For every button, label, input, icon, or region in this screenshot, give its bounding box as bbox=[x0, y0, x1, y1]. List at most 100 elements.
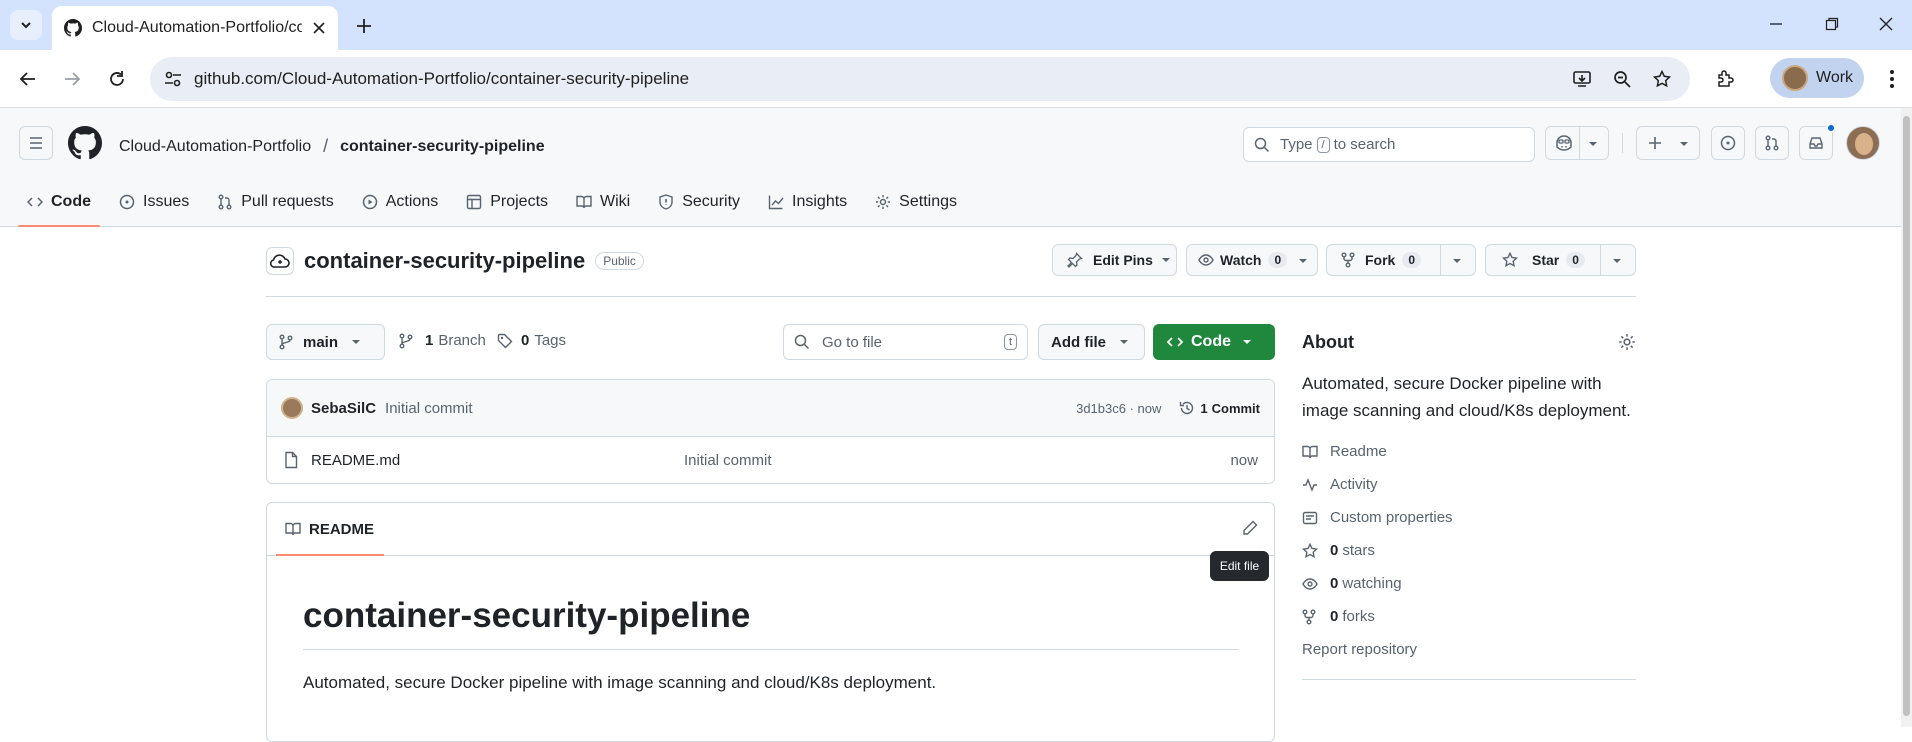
more-vertical-icon bbox=[1890, 70, 1894, 88]
breadcrumb-owner[interactable]: Cloud-Automation-Portfolio bbox=[119, 138, 311, 156]
site-info-icon[interactable] bbox=[164, 70, 182, 88]
tab-settings[interactable]: Settings bbox=[866, 178, 966, 226]
about-watching-link[interactable]: 0 watching bbox=[1302, 567, 1636, 600]
tab-label: Projects bbox=[490, 193, 549, 210]
forward-button[interactable] bbox=[56, 63, 88, 95]
tab-insights[interactable]: Insights bbox=[759, 178, 856, 226]
restore-window-button[interactable] bbox=[1804, 8, 1860, 40]
github-logo-icon[interactable] bbox=[68, 126, 102, 160]
issue-open-icon bbox=[119, 194, 135, 210]
fork-button[interactable]: Fork 0 bbox=[1326, 244, 1476, 276]
tab-pull-requests[interactable]: Pull requests bbox=[208, 178, 343, 226]
about-custom-properties-link[interactable]: Custom properties bbox=[1302, 501, 1636, 534]
branches-link[interactable]: 1 Branch bbox=[399, 332, 486, 349]
edit-pins-label: Edit Pins bbox=[1093, 252, 1153, 268]
code-button-label: Code bbox=[1191, 333, 1231, 350]
file-commit-message[interactable]: Initial commit bbox=[684, 452, 772, 469]
tab-actions[interactable]: Actions bbox=[353, 178, 447, 226]
bookmark-star-icon[interactable] bbox=[1646, 63, 1678, 95]
tab-close-icon[interactable] bbox=[312, 21, 326, 35]
plus-icon bbox=[357, 19, 371, 33]
url-text[interactable]: github.com/Cloud-Automation-Portfolio/co… bbox=[194, 69, 689, 89]
go-to-file-input[interactable]: Go to file t bbox=[783, 324, 1028, 360]
commit-author[interactable]: SebaSilC bbox=[311, 400, 376, 417]
browser-toolbar: github.com/Cloud-Automation-Portfolio/co… bbox=[0, 50, 1912, 108]
about-activity-link[interactable]: Activity bbox=[1302, 468, 1636, 501]
star-button[interactable]: Star 0 bbox=[1485, 244, 1636, 276]
repo-name[interactable]: container-security-pipeline bbox=[304, 248, 585, 274]
tags-count: 0 bbox=[521, 332, 530, 349]
browser-tab-active[interactable]: Cloud-Automation-Portfolio/co bbox=[52, 6, 338, 50]
caret-down-icon bbox=[352, 340, 361, 344]
about-readme-link[interactable]: Readme bbox=[1302, 435, 1636, 468]
watch-button[interactable]: Watch 0 bbox=[1186, 244, 1318, 276]
tab-security[interactable]: Security bbox=[649, 178, 749, 226]
tab-label: Issues bbox=[143, 193, 190, 210]
commits-link[interactable]: 1 Commit bbox=[1179, 400, 1260, 416]
branch-icon bbox=[399, 333, 413, 348]
zoom-icon[interactable] bbox=[1606, 63, 1638, 95]
pull-requests-button[interactable] bbox=[1755, 126, 1789, 160]
readme-tab-underline bbox=[276, 554, 384, 556]
inbox-button[interactable] bbox=[1799, 123, 1836, 160]
report-repository-link[interactable]: Report repository bbox=[1302, 633, 1636, 666]
reload-icon bbox=[110, 71, 124, 86]
watch-count: 0 bbox=[1268, 252, 1288, 268]
address-bar[interactable]: github.com/Cloud-Automation-Portfolio/co… bbox=[150, 57, 1690, 101]
scrollbar-thumb[interactable] bbox=[1903, 116, 1910, 716]
tab-issues[interactable]: Issues bbox=[110, 178, 198, 226]
star-label: Star bbox=[1532, 252, 1560, 268]
tags-link[interactable]: 0 Tags bbox=[497, 332, 566, 349]
global-menu-button[interactable] bbox=[19, 126, 53, 160]
code-button[interactable]: Code bbox=[1153, 324, 1275, 360]
commit-hash-time[interactable]: 3d1b3c6 · now bbox=[1076, 401, 1161, 416]
latest-commit-row: SebaSilC Initial commit 3d1b3c6 · now 1 … bbox=[267, 380, 1274, 437]
add-file-button[interactable]: Add file bbox=[1038, 324, 1145, 360]
user-avatar[interactable] bbox=[1846, 126, 1880, 160]
create-new-button[interactable] bbox=[1636, 126, 1700, 160]
commit-message[interactable]: Initial commit bbox=[385, 400, 473, 417]
breadcrumb-repo[interactable]: container-security-pipeline bbox=[340, 138, 545, 156]
about-custom-properties-label: Custom properties bbox=[1330, 509, 1453, 526]
tab-wiki[interactable]: Wiki bbox=[567, 178, 639, 226]
about-activity-label: Activity bbox=[1330, 476, 1378, 493]
minimize-window-button[interactable] bbox=[1748, 8, 1804, 40]
edit-file-button[interactable] bbox=[1242, 520, 1258, 536]
about-title: About bbox=[1302, 332, 1354, 352]
caret-down-icon bbox=[1243, 340, 1251, 344]
book-icon bbox=[576, 195, 592, 209]
tab-projects[interactable]: Projects bbox=[457, 178, 557, 226]
file-name[interactable]: README.md bbox=[311, 452, 684, 469]
edit-pins-button[interactable]: Edit Pins bbox=[1052, 244, 1177, 276]
caret-down-icon bbox=[1589, 142, 1597, 146]
page-scrollbar[interactable] bbox=[1901, 108, 1912, 727]
copilot-button[interactable] bbox=[1545, 126, 1609, 160]
install-app-icon[interactable] bbox=[1566, 63, 1598, 95]
about-forks-link[interactable]: 0 forks bbox=[1302, 600, 1636, 633]
new-tab-button[interactable] bbox=[350, 12, 378, 40]
close-window-button[interactable] bbox=[1858, 8, 1912, 40]
table-icon bbox=[467, 194, 482, 210]
global-search-input[interactable]: Type / to search bbox=[1243, 127, 1535, 162]
profile-button[interactable]: Work bbox=[1770, 58, 1864, 98]
pin-icon bbox=[1067, 252, 1083, 268]
about-settings-gear-icon[interactable] bbox=[1618, 333, 1636, 351]
eye-icon bbox=[1198, 254, 1214, 266]
back-button[interactable] bbox=[12, 63, 44, 95]
browser-menu-button[interactable] bbox=[1876, 63, 1908, 95]
tab-search-button[interactable] bbox=[10, 10, 42, 40]
issues-button[interactable] bbox=[1711, 126, 1745, 160]
arrow-right-icon bbox=[65, 72, 81, 86]
readme-tab[interactable]: README bbox=[267, 503, 1274, 556]
commit-author-avatar[interactable] bbox=[281, 397, 303, 419]
tab-code[interactable]: Code bbox=[18, 178, 100, 227]
star-count: 0 bbox=[1566, 252, 1585, 268]
repo-nav: Code Issues Pull requests Actions Projec… bbox=[18, 178, 976, 227]
readme-heading: container-security-pipeline bbox=[303, 596, 751, 635]
about-stars-link[interactable]: 0 stars bbox=[1302, 534, 1636, 567]
reload-button[interactable] bbox=[101, 63, 133, 95]
extensions-button[interactable] bbox=[1709, 63, 1741, 95]
tab-label: Pull requests bbox=[241, 193, 334, 210]
branch-selector[interactable]: main bbox=[266, 324, 385, 360]
profile-avatar bbox=[1782, 65, 1808, 91]
